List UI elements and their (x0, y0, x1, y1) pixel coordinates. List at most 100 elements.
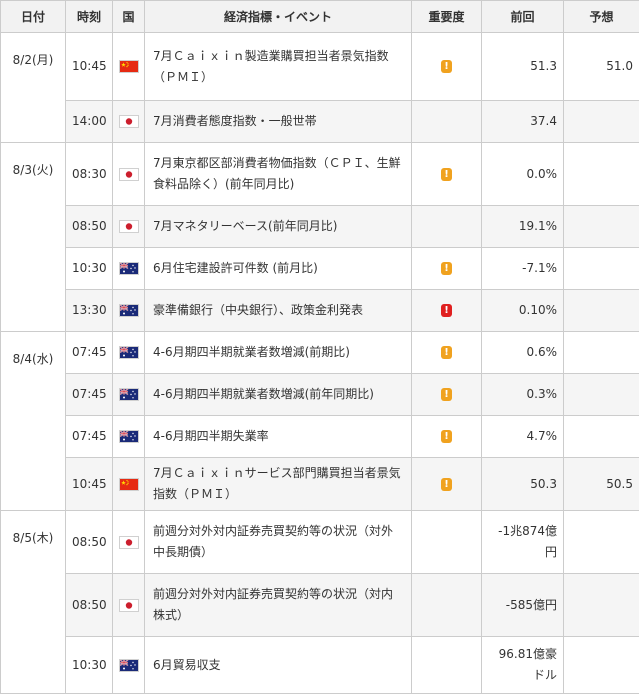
importance-cell (412, 206, 482, 248)
event-cell: 豪準備銀行（中央銀行）、政策金利発表 (145, 290, 412, 332)
event-cell: 7月Ｃａｉｘｉｎ製造業購買担当者景気指数（ＰＭＩ） (145, 33, 412, 101)
calendar-body: 8/2(月)10:457月Ｃａｉｘｉｎ製造業購買担当者景気指数（ＰＭＩ）!51.… (1, 33, 639, 694)
forecast-cell (564, 574, 639, 637)
japan-flag-icon (119, 536, 139, 549)
country-cell (113, 416, 145, 458)
china-flag-icon (119, 478, 139, 491)
header-time: 時刻 (66, 1, 113, 33)
australia-flag-icon (119, 304, 139, 317)
time-cell: 10:30 (66, 637, 113, 694)
previous-cell: 50.3 (482, 458, 564, 511)
importance-cell: ! (412, 332, 482, 374)
event-cell: 7月Ｃａｉｘｉｎサービス部門購買担当者景気指数（ＰＭＩ） (145, 458, 412, 511)
importance-cell: ! (412, 248, 482, 290)
table-row: 10:306月貿易収支96.81億豪ドル (1, 637, 639, 694)
time-cell: 07:45 (66, 416, 113, 458)
event-cell: 7月マネタリーベース(前年同月比) (145, 206, 412, 248)
forecast-cell: 50.5 (564, 458, 639, 511)
header-importance: 重要度 (412, 1, 482, 33)
event-cell: 4-6月期四半期就業者数増減(前年同期比) (145, 374, 412, 416)
previous-cell: 37.4 (482, 101, 564, 143)
japan-flag-icon (119, 599, 139, 612)
australia-flag-icon (119, 388, 139, 401)
importance-cell: ! (412, 33, 482, 101)
australia-flag-icon (119, 659, 139, 672)
country-cell (113, 574, 145, 637)
table-row: 13:30豪準備銀行（中央銀行）、政策金利発表!0.10% (1, 290, 639, 332)
country-cell (113, 206, 145, 248)
medium-importance-icon: ! (441, 478, 452, 491)
forecast-cell (564, 206, 639, 248)
header-forecast: 予想 (564, 1, 639, 33)
header-date: 日付 (1, 1, 66, 33)
medium-importance-icon: ! (441, 388, 452, 401)
header-country: 国 (113, 1, 145, 33)
previous-cell: -585億円 (482, 574, 564, 637)
time-cell: 10:30 (66, 248, 113, 290)
medium-importance-icon: ! (441, 168, 452, 181)
japan-flag-icon (119, 168, 139, 181)
country-cell (113, 101, 145, 143)
importance-cell (412, 101, 482, 143)
country-cell (113, 511, 145, 574)
event-cell: 6月貿易収支 (145, 637, 412, 694)
previous-cell: 0.0% (482, 143, 564, 206)
forecast-cell (564, 511, 639, 574)
time-cell: 08:50 (66, 511, 113, 574)
forecast-cell (564, 374, 639, 416)
table-row: 8/3(火)08:307月東京都区部消費者物価指数（ＣＰＩ、生鮮食料品除く）(前… (1, 143, 639, 206)
time-cell: 08:50 (66, 574, 113, 637)
forecast-cell: 51.0 (564, 33, 639, 101)
importance-cell (412, 637, 482, 694)
previous-cell: 51.3 (482, 33, 564, 101)
previous-cell: -7.1% (482, 248, 564, 290)
importance-cell (412, 511, 482, 574)
importance-cell: ! (412, 374, 482, 416)
previous-cell: 19.1% (482, 206, 564, 248)
country-cell (113, 248, 145, 290)
table-row: 08:50 7月マネタリーベース(前年同月比) 19.1% (1, 206, 639, 248)
table-row: 07:45 4-6月期四半期失業率!4.7% (1, 416, 639, 458)
table-header-row: 日付 時刻 国 経済指標・イベント 重要度 前回 予想 (1, 1, 639, 33)
economic-calendar-table: 日付 時刻 国 経済指標・イベント 重要度 前回 予想 8/2(月)10:457… (0, 0, 639, 694)
forecast-cell (564, 290, 639, 332)
japan-flag-icon (119, 115, 139, 128)
medium-importance-icon: ! (441, 346, 452, 359)
importance-cell: ! (412, 458, 482, 511)
table-row: 14:00 7月消費者態度指数・一般世帯 37.4 (1, 101, 639, 143)
event-cell: 6月住宅建設許可件数 (前月比) (145, 248, 412, 290)
date-cell: 8/4(水) (1, 332, 66, 511)
table-row: 8/5(木)08:50前週分対外対内証券売買契約等の状況（対外中長期債）-1兆8… (1, 511, 639, 574)
time-cell: 07:45 (66, 332, 113, 374)
event-cell: 4-6月期四半期失業率 (145, 416, 412, 458)
event-cell: 4-6月期四半期就業者数増減(前期比) (145, 332, 412, 374)
importance-cell: ! (412, 290, 482, 332)
japan-flag-icon (119, 220, 139, 233)
country-cell (113, 143, 145, 206)
forecast-cell (564, 332, 639, 374)
forecast-cell (564, 416, 639, 458)
country-cell (113, 637, 145, 694)
time-cell: 13:30 (66, 290, 113, 332)
event-cell: 7月消費者態度指数・一般世帯 (145, 101, 412, 143)
time-cell: 08:50 (66, 206, 113, 248)
date-cell: 8/5(木) (1, 511, 66, 694)
table-row: 8/4(水)07:454-6月期四半期就業者数増減(前期比)!0.6% (1, 332, 639, 374)
table-row: 07:454-6月期四半期就業者数増減(前年同期比)!0.3% (1, 374, 639, 416)
previous-cell: 0.6% (482, 332, 564, 374)
country-cell (113, 290, 145, 332)
time-cell: 14:00 (66, 101, 113, 143)
previous-cell: 4.7% (482, 416, 564, 458)
australia-flag-icon (119, 262, 139, 275)
importance-cell: ! (412, 143, 482, 206)
forecast-cell (564, 637, 639, 694)
previous-cell: 0.3% (482, 374, 564, 416)
forecast-cell (564, 248, 639, 290)
header-previous: 前回 (482, 1, 564, 33)
country-cell (113, 33, 145, 101)
importance-cell: ! (412, 416, 482, 458)
time-cell: 10:45 (66, 33, 113, 101)
high-importance-icon: ! (441, 304, 452, 317)
country-cell (113, 374, 145, 416)
forecast-cell (564, 143, 639, 206)
